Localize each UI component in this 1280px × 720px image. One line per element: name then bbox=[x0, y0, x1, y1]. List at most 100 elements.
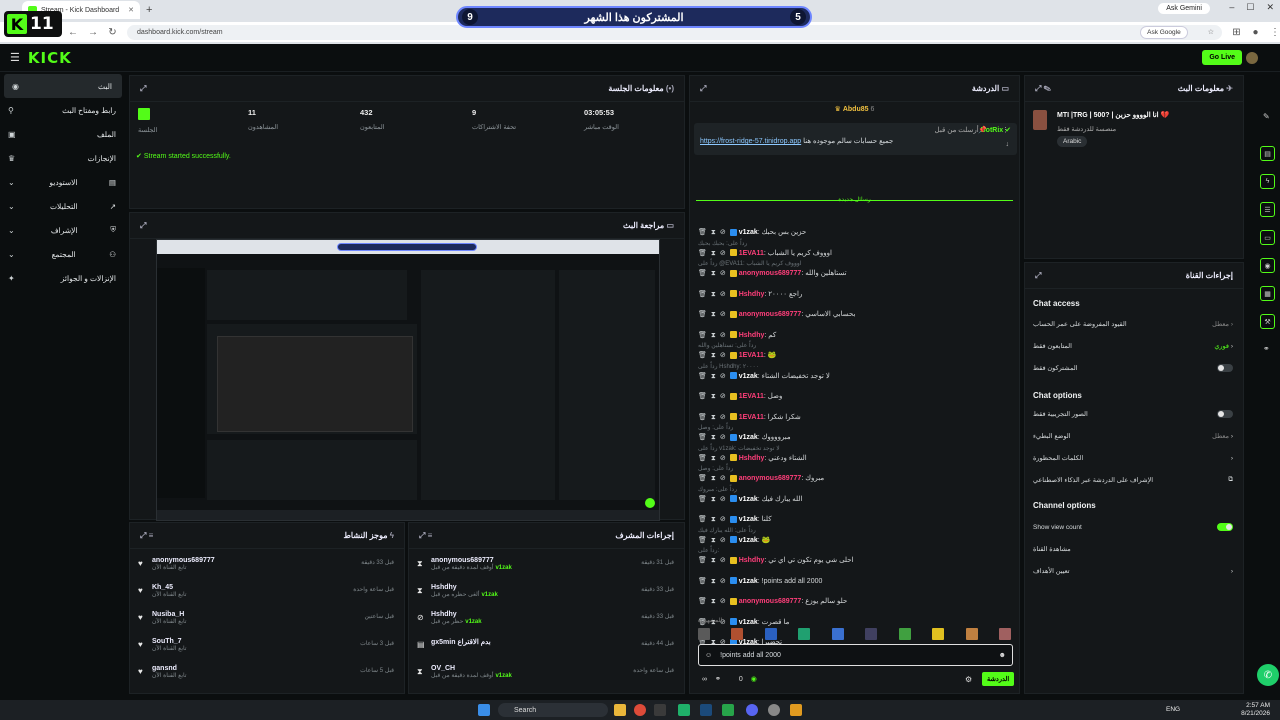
trash-icon[interactable]: 🗑 bbox=[698, 455, 707, 462]
close-tab-icon[interactable]: ✕ bbox=[128, 6, 134, 14]
hourglass-icon[interactable]: ⧗ bbox=[711, 270, 716, 277]
trash-icon[interactable]: 🗑 bbox=[698, 578, 707, 585]
help-chat-button[interactable]: ✆ bbox=[1257, 664, 1279, 686]
emote-icon[interactable] bbox=[731, 628, 744, 640]
expand-icon[interactable]: ⤢ bbox=[1035, 271, 1041, 281]
chat-username[interactable]: 1EVA11 bbox=[739, 393, 764, 400]
infinity-icon[interactable]: ∞ bbox=[702, 676, 707, 683]
chat-message[interactable]: 🗑 ⧗ ⊘ Hshdhy: راجع ٢٠٠٠٠ bbox=[698, 290, 1009, 299]
ban-icon[interactable]: ⊘ bbox=[720, 229, 726, 236]
extensions-icon[interactable]: ⊞ bbox=[1232, 27, 1241, 38]
ban-icon[interactable]: ⊘ bbox=[720, 496, 726, 503]
kick-logo[interactable]: KICK bbox=[28, 49, 72, 67]
trash-icon[interactable]: 🗑 bbox=[698, 434, 707, 441]
trash-icon[interactable]: 🗑 bbox=[698, 311, 707, 318]
chat-message[interactable]: 🗑 ⧗ ⊘ v1zak: الله يبارك فيك bbox=[698, 495, 1009, 504]
ban-icon[interactable]: ⊘ bbox=[720, 332, 726, 339]
emote-only-toggle[interactable] bbox=[1217, 410, 1233, 418]
trash-icon[interactable]: 🗑 bbox=[698, 598, 707, 605]
trash-icon[interactable]: 🗑 bbox=[698, 414, 707, 421]
pin-icon[interactable]: 📌 bbox=[978, 126, 987, 134]
chat-message[interactable]: 🗑 ⧗ ⊘ Hshdhy: الشتاء ودعني bbox=[698, 454, 1009, 463]
chat-message[interactable]: 🗑 ⧗ ⊘ v1zak: لا توجد تخفيضات الشتاء bbox=[698, 372, 1009, 381]
chat-username[interactable]: Hshdhy bbox=[739, 455, 765, 462]
hourglass-icon[interactable]: ⧗ bbox=[711, 598, 716, 605]
ask-gemini-button[interactable]: Ask Gemini bbox=[1158, 3, 1210, 14]
setting-banned-words[interactable]: الكلمات المحظورة › bbox=[1033, 451, 1233, 465]
share-icon[interactable]: ⚭ bbox=[1263, 344, 1270, 353]
trash-icon[interactable]: 🗑 bbox=[698, 352, 707, 359]
minimize-icon[interactable]: – bbox=[1229, 2, 1234, 13]
chat-send-button[interactable]: الدردشة bbox=[982, 672, 1015, 686]
new-tab-icon[interactable]: + bbox=[146, 4, 152, 16]
setting-account-age[interactable]: القيود المفروضة على عمر الحساب معطل › bbox=[1033, 317, 1233, 331]
expand-icon[interactable]: ⤢ bbox=[140, 531, 146, 540]
file-explorer-icon[interactable] bbox=[614, 704, 626, 716]
hourglass-icon[interactable]: ⧗ bbox=[711, 434, 716, 441]
setting-subscribers-only[interactable]: المشتركون فقط bbox=[1033, 361, 1233, 375]
ban-icon[interactable]: ⊘ bbox=[720, 598, 726, 605]
view-count-toggle[interactable] bbox=[1217, 523, 1233, 531]
ban-icon[interactable]: ⊘ bbox=[720, 455, 726, 462]
rail-button-tools[interactable]: ⚒ bbox=[1260, 314, 1275, 329]
hourglass-icon[interactable]: ⧗ bbox=[711, 496, 716, 503]
pinned-message[interactable]: أرسلت من قبل BotRix ✔ https://frost-ridg… bbox=[694, 123, 1017, 155]
expand-icon[interactable]: ⤢ bbox=[1035, 84, 1041, 93]
trash-icon[interactable]: 🗑 bbox=[698, 291, 707, 298]
hourglass-icon[interactable]: ⧗ bbox=[711, 516, 716, 523]
filter-icon[interactable]: ≡ bbox=[149, 531, 154, 540]
chat-username[interactable]: 1EVA11 bbox=[739, 414, 764, 421]
rail-button-list[interactable]: ☰ bbox=[1260, 202, 1275, 217]
filter-icon[interactable]: ≡ bbox=[428, 531, 433, 540]
chat-username[interactable]: v1zak bbox=[739, 434, 758, 441]
chat-message[interactable]: 🗑 ⧗ ⊘ v1zak: كلنا bbox=[698, 515, 1009, 524]
hourglass-icon[interactable]: ⧗ bbox=[711, 557, 716, 564]
sidebar-item-broadcast[interactable]: ◉ البث bbox=[4, 74, 122, 98]
emote-icon[interactable] bbox=[965, 628, 978, 640]
trash-icon[interactable]: 🗑 bbox=[698, 557, 707, 564]
hourglass-icon[interactable]: ⧗ bbox=[711, 414, 716, 421]
menu-dots-icon[interactable]: ⋮ bbox=[1270, 27, 1280, 38]
chat-username[interactable]: v1zak bbox=[739, 496, 758, 503]
emote-icon[interactable] bbox=[698, 628, 710, 640]
chat-message[interactable]: 🗑 ⧗ ⊘ Hshdhy: كم bbox=[698, 331, 1009, 340]
hourglass-icon[interactable]: ⧗ bbox=[711, 373, 716, 380]
emote-icon[interactable] bbox=[865, 628, 878, 640]
chat-username[interactable]: anonymous689777 bbox=[739, 475, 802, 482]
share-icon[interactable]: ⚭ bbox=[715, 675, 721, 683]
ban-icon[interactable]: ⊘ bbox=[720, 578, 726, 585]
rail-button-bolt[interactable]: ϟ bbox=[1260, 174, 1275, 189]
taskbar-search[interactable]: Search bbox=[498, 703, 608, 717]
chat-message[interactable]: 🗑 ⧗ ⊘ 1EVA11: شكرا شكرا bbox=[698, 413, 1009, 422]
hourglass-icon[interactable]: ⧗ bbox=[711, 311, 716, 318]
chat-username[interactable]: anonymous689777 bbox=[739, 311, 802, 318]
hamburger-menu-icon[interactable]: ☰ bbox=[10, 51, 20, 64]
trash-icon[interactable]: 🗑 bbox=[698, 373, 707, 380]
trash-icon[interactable]: 🗑 bbox=[698, 537, 707, 544]
hourglass-icon[interactable]: ⧗ bbox=[711, 250, 716, 257]
taskbar-clock[interactable]: 2:57 AM 8/21/2026 bbox=[1241, 702, 1270, 718]
chrome-icon[interactable] bbox=[634, 704, 646, 716]
profile-icon[interactable]: ● bbox=[1251, 27, 1260, 38]
emote-icon[interactable] bbox=[932, 628, 945, 640]
expand-icon[interactable]: ⤢ bbox=[140, 221, 146, 231]
rail-button-grid[interactable]: ▦ bbox=[1260, 286, 1275, 301]
ban-icon[interactable]: ⊘ bbox=[720, 352, 726, 359]
ban-icon[interactable]: ⊘ bbox=[720, 475, 726, 482]
chat-message[interactable]: 🗑 ⧗ ⊘ v1zak: مبرووووك bbox=[698, 433, 1009, 442]
chat-input[interactable]: ☺ !points add all 2000 ☻ bbox=[698, 644, 1013, 666]
hourglass-icon[interactable]: ⧗ bbox=[711, 578, 716, 585]
steam-icon[interactable] bbox=[700, 704, 712, 716]
rail-button-message[interactable]: ▭ bbox=[1260, 230, 1275, 245]
chat-message[interactable]: 🗑 ⧗ ⊘ v1zak: حزين بس بحبك bbox=[698, 228, 1009, 237]
arrow-down-icon[interactable]: ↓ bbox=[1006, 141, 1010, 148]
chat-username[interactable]: anonymous689777 bbox=[739, 270, 802, 277]
sidebar-item-community[interactable]: ⌄ المجتمع ⚇ bbox=[0, 242, 126, 266]
chat-message[interactable]: 🗑 ⧗ ⊘ anonymous689777: مبروك bbox=[698, 474, 1009, 483]
discord-icon[interactable] bbox=[746, 704, 758, 716]
chat-username[interactable]: v1zak bbox=[739, 619, 758, 626]
sidebar-item-stream-key[interactable]: ⚲ رابط ومفتاح البث bbox=[0, 98, 126, 122]
sidebar-item-drops[interactable]: ✦ الإنزالات و الجوائز bbox=[0, 266, 126, 290]
ban-icon[interactable]: ⊘ bbox=[720, 537, 726, 544]
hourglass-icon[interactable]: ⧗ bbox=[711, 455, 716, 462]
